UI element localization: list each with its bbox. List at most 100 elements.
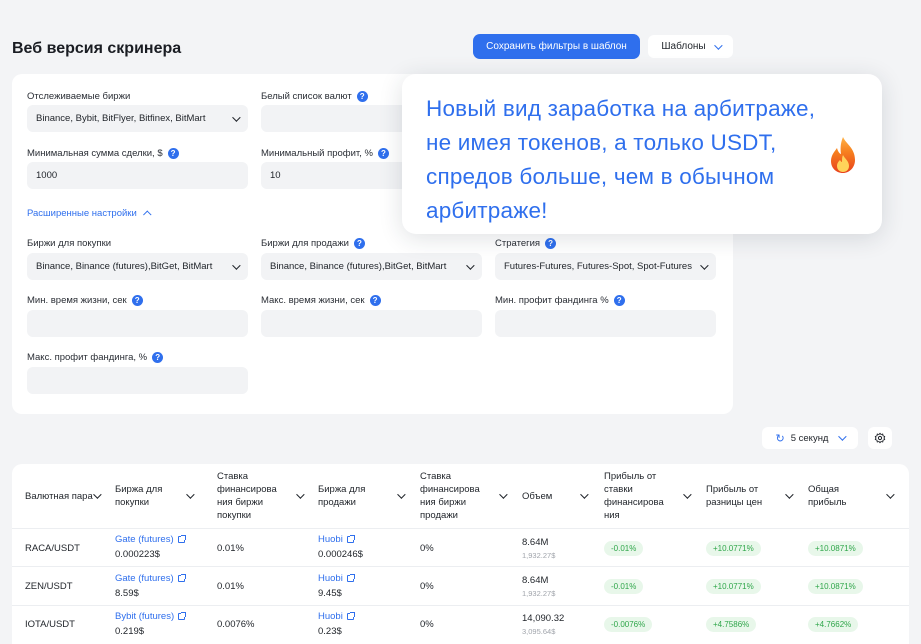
refresh-interval-select[interactable]: ↻ 5 секунд [762, 427, 858, 449]
tracked-exchanges-select[interactable]: Binance, Bybit, BitFlyer, Bitfinex, BitM… [27, 105, 248, 132]
promo-text: Новый вид заработка на арбитраже, не име… [426, 96, 816, 223]
volume-cell: 8.64M 1,932.27$ [522, 537, 555, 560]
buy-rate-cell: 0.0076% [217, 619, 255, 630]
help-icon[interactable]: ? [369, 295, 381, 306]
tracked-exchanges-value: Binance, Bybit, BitFlyer, Bitfinex, BitM… [36, 113, 206, 124]
buy-exchange-cell: Gate (futures) 8.59$ [115, 573, 186, 599]
external-link-icon [346, 612, 355, 620]
help-icon[interactable]: ? [131, 295, 143, 306]
pair-cell: RACA/USDT [25, 543, 80, 554]
help-icon[interactable]: ? [354, 238, 365, 249]
buy-exchanges-label: Биржи для покупки [27, 238, 112, 249]
chevron-up-icon [142, 209, 152, 219]
min-profit-label: Минимальный профит, %? [261, 148, 389, 159]
help-icon[interactable]: ? [545, 238, 557, 249]
results-table: Валютная пара Биржа для покупки Ставка ф… [12, 464, 909, 644]
advanced-settings-toggle[interactable]: Расширенные настройки [27, 208, 152, 219]
price-profit-badge: +4.7586% [706, 617, 757, 632]
funding-profit-badge: -0.0076% [604, 617, 653, 632]
volume-value: 8.64M [522, 537, 549, 548]
min-funding-input[interactable] [495, 310, 716, 337]
sell-exchange-cell: Huobi 9.45$ [318, 573, 355, 599]
column-header[interactable]: Биржа для продажи [318, 464, 406, 528]
sell-exchange-link[interactable]: Huobi [318, 611, 355, 622]
pair-cell: ZEN/USDT [25, 581, 73, 592]
divider [12, 566, 909, 567]
chevron-down-icon [713, 40, 723, 50]
chevron-down-icon [580, 490, 589, 499]
funding-profit-badge: -0.01% [604, 579, 644, 594]
divider [12, 528, 909, 529]
sell-exchange-cell: Huobi 0.000246$ [318, 534, 363, 560]
column-header[interactable]: Прибыль от ставки финансирова ния [604, 464, 692, 528]
chevron-down-icon [499, 490, 508, 499]
volume-usd: 1,932.27$ [522, 589, 556, 598]
help-icon[interactable]: ? [613, 295, 625, 306]
buy-price: 0.000223$ [115, 549, 160, 560]
fire-icon [831, 137, 855, 173]
help-icon[interactable]: ? [167, 148, 179, 159]
chevron-down-icon [397, 490, 406, 499]
external-link-icon [177, 535, 186, 543]
chevron-down-icon [700, 260, 709, 270]
buy-price: 8.59$ [115, 588, 139, 599]
total-profit-badge: +4.7662% [808, 617, 859, 632]
buy-price: 0.219$ [115, 626, 145, 637]
max-funding-label: Макс. профит фандинга, %? [27, 352, 164, 363]
chevron-down-icon [296, 490, 305, 499]
buy-exchange-link[interactable]: Gate (futures) [115, 534, 186, 545]
sell-exchange-cell: Huobi 0.23$ [318, 611, 355, 637]
help-icon[interactable]: ? [377, 148, 389, 159]
templates-dropdown[interactable]: Шаблоны [648, 35, 733, 58]
volume-cell: 14,090.32 3,095.64$ [522, 613, 564, 636]
price-profit-badge: +10.0771% [706, 579, 761, 594]
buy-exchange-link[interactable]: Bybit (futures) [115, 611, 187, 622]
total-profit-badge: +10.0871% [808, 579, 863, 594]
sell-exchanges-select[interactable]: Binance, Binance (futures),BitGet, BitMa… [261, 253, 482, 280]
save-filters-button[interactable]: Сохранить фильтры в шаблон [473, 34, 640, 59]
refresh-interval-value: 5 секунд [790, 432, 829, 444]
min-deal-input[interactable]: 1000 [27, 162, 248, 189]
column-header[interactable]: Ставка финансирова ния биржи покупки [217, 464, 305, 528]
max-funding-input[interactable] [27, 367, 248, 394]
refresh-icon: ↻ [775, 432, 785, 445]
tracked-exchanges-label: Отслеживаемые биржи [27, 91, 131, 102]
external-link-icon [177, 574, 186, 582]
min-lifetime-input[interactable] [27, 310, 248, 337]
chevron-down-icon [232, 260, 241, 270]
max-lifetime-input[interactable] [261, 310, 482, 337]
buy-exchanges-select[interactable]: Binance, Binance (futures),BitGet, BitMa… [27, 253, 248, 280]
column-header[interactable]: Валютная пара [25, 464, 102, 528]
sell-rate-cell: 0% [420, 619, 434, 630]
chevron-down-icon [683, 490, 692, 499]
settings-button[interactable] [868, 427, 892, 449]
chevron-down-icon [93, 490, 102, 499]
column-header[interactable]: Общая прибыль [808, 464, 895, 528]
chevron-down-icon [838, 432, 848, 441]
max-lifetime-label: Макс. время жизни, сек? [261, 295, 381, 306]
divider [12, 605, 909, 606]
column-header[interactable]: Ставка финансирова ния биржи продажи [420, 464, 508, 528]
external-link-icon [346, 535, 355, 543]
chevron-down-icon [466, 260, 475, 270]
strategy-select[interactable]: Futures-Futures, Futures-Spot, Spot-Futu… [495, 253, 716, 280]
column-header[interactable]: Биржа для покупки [115, 464, 195, 528]
total-profit-badge: +10.0871% [808, 541, 863, 556]
help-icon[interactable]: ? [356, 91, 368, 102]
help-icon[interactable]: ? [152, 352, 164, 363]
sell-exchange-link[interactable]: Huobi [318, 534, 363, 545]
column-header[interactable]: Прибыль от разницы цен [706, 464, 794, 528]
sell-price: 9.45$ [318, 588, 342, 599]
external-link-icon [178, 612, 187, 620]
strategy-label: Стратегия? [495, 238, 557, 249]
gear-icon [874, 432, 886, 444]
buy-exchange-link[interactable]: Gate (futures) [115, 573, 186, 584]
column-header[interactable]: Объем [522, 464, 589, 528]
buy-exchange-cell: Bybit (futures) 0.219$ [115, 611, 187, 637]
chevron-down-icon [186, 490, 195, 499]
promo-popup: Новый вид заработка на арбитраже, не име… [402, 74, 882, 234]
chevron-down-icon [785, 490, 794, 499]
sell-rate-cell: 0% [420, 581, 434, 592]
sell-price: 0.000246$ [318, 549, 363, 560]
sell-exchange-link[interactable]: Huobi [318, 573, 355, 584]
